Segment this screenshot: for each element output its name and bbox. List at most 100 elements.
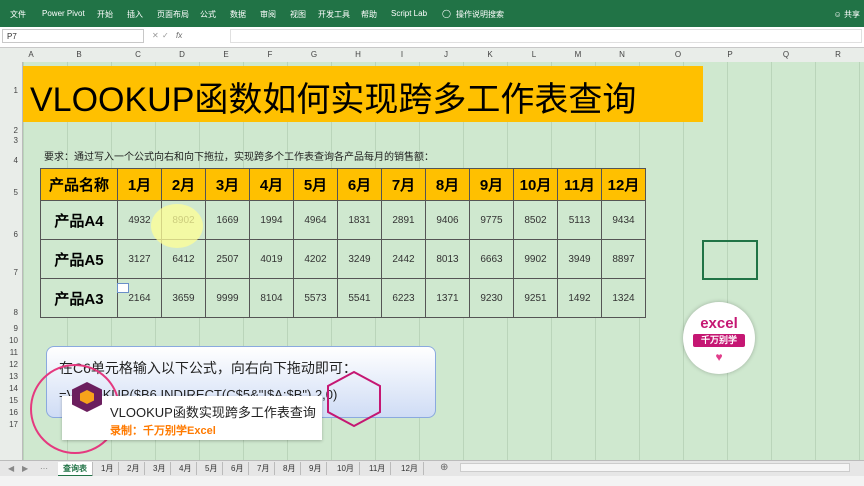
value-cell[interactable]: 9230 [469, 278, 514, 318]
sheet-tab[interactable]: 5月 [200, 462, 224, 475]
column-header[interactable]: J [424, 50, 468, 59]
column-header[interactable]: E [204, 50, 248, 59]
value-cell[interactable]: 9902 [513, 239, 558, 279]
header-cell[interactable]: 3月 [205, 168, 250, 201]
row-header[interactable]: 11 [10, 348, 18, 357]
value-cell[interactable]: 8013 [425, 239, 470, 279]
column-header[interactable]: A [24, 50, 38, 59]
tab-file[interactable]: 文件 [10, 9, 26, 20]
sheet-tab[interactable]: 11月 [364, 462, 392, 475]
header-cell[interactable]: 1月 [117, 168, 162, 201]
value-cell[interactable]: 8897 [601, 239, 646, 279]
value-cell[interactable]: 1831 [337, 200, 382, 240]
tab-insert[interactable]: 插入 [127, 9, 143, 20]
column-header[interactable]: O [650, 50, 706, 59]
value-cell[interactable]: 9434 [601, 200, 646, 240]
value-cell[interactable]: 6223 [381, 278, 426, 318]
product-name-cell[interactable]: 产品A5 [40, 239, 118, 279]
sheet-tab[interactable]: 4月 [174, 462, 198, 475]
tab-power-pivot[interactable]: Power Pivot [42, 9, 85, 18]
row-header[interactable]: 9 [14, 324, 18, 333]
sheet-tab[interactable]: 3月 [148, 462, 172, 475]
column-header[interactable]: N [600, 50, 644, 59]
search-tell-me[interactable]: 操作说明搜索 [456, 9, 504, 20]
header-cell[interactable]: 9月 [469, 168, 514, 201]
value-cell[interactable]: 4019 [249, 239, 294, 279]
sheet-tab[interactable]: 8月 [278, 462, 302, 475]
confirm-icon[interactable]: ✓ [162, 31, 169, 40]
value-cell[interactable]: 1669 [205, 200, 250, 240]
value-cell[interactable]: 2507 [205, 239, 250, 279]
value-cell[interactable]: 9406 [425, 200, 470, 240]
column-header[interactable]: K [468, 50, 512, 59]
tab-formulas[interactable]: 公式 [200, 9, 216, 20]
column-header[interactable]: P [702, 50, 758, 59]
row-header[interactable]: 16 [9, 408, 18, 417]
value-cell[interactable]: 2891 [381, 200, 426, 240]
value-cell[interactable]: 1324 [601, 278, 646, 318]
row-header[interactable]: 8 [14, 308, 18, 317]
header-cell[interactable]: 10月 [513, 168, 558, 201]
tab-help[interactable]: 帮助 [361, 9, 377, 20]
value-cell[interactable]: 4964 [293, 200, 338, 240]
row-header[interactable]: 2 [14, 126, 18, 135]
column-header[interactable]: L [512, 50, 556, 59]
tab-review[interactable]: 审阅 [260, 9, 276, 20]
sheet-tab[interactable]: 6月 [226, 462, 250, 475]
sheet-tab[interactable]: 2月 [122, 462, 146, 475]
column-header[interactable]: G [292, 50, 336, 59]
value-cell[interactable]: 3659 [161, 278, 206, 318]
header-cell[interactable]: 2月 [161, 168, 206, 201]
value-cell[interactable]: 8502 [513, 200, 558, 240]
value-cell[interactable]: 9999 [205, 278, 250, 318]
tab-page-layout[interactable]: 页面布局 [157, 9, 189, 20]
value-cell[interactable]: 3249 [337, 239, 382, 279]
value-cell[interactable]: 8104 [249, 278, 294, 318]
value-cell[interactable]: 3127 [117, 239, 162, 279]
header-cell[interactable]: 7月 [381, 168, 426, 201]
row-header[interactable]: 4 [14, 156, 18, 165]
row-header[interactable]: 12 [9, 360, 18, 369]
value-cell[interactable]: 1994 [249, 200, 294, 240]
next-sheet-icon[interactable]: ▶ [22, 464, 28, 473]
name-box[interactable]: P7 [2, 29, 144, 43]
row-header[interactable]: 1 [14, 86, 18, 95]
header-cell[interactable]: 4月 [249, 168, 294, 201]
product-name-cell[interactable]: 产品A4 [40, 200, 118, 240]
column-header[interactable]: F [248, 50, 292, 59]
tab-home[interactable]: 开始 [97, 9, 113, 20]
row-header[interactable]: 5 [14, 188, 18, 197]
tab-view[interactable]: 视图 [290, 9, 306, 20]
horizontal-scrollbar[interactable] [460, 463, 850, 472]
value-cell[interactable]: 5113 [557, 200, 602, 240]
column-header[interactable]: R [812, 50, 864, 59]
row-header[interactable]: 13 [9, 372, 18, 381]
more-sheets-icon[interactable]: ⋯ [40, 464, 48, 473]
formula-input[interactable] [230, 29, 862, 43]
value-cell[interactable]: 5541 [337, 278, 382, 318]
value-cell[interactable]: 9775 [469, 200, 514, 240]
row-header[interactable]: 10 [9, 336, 18, 345]
row-header[interactable]: 17 [9, 420, 18, 429]
sheet-tab[interactable]: 12月 [396, 462, 424, 475]
value-cell[interactable]: 5573 [293, 278, 338, 318]
column-header[interactable]: C [116, 50, 160, 59]
column-header[interactable]: B [40, 50, 118, 59]
row-header[interactable]: 6 [14, 230, 18, 239]
header-cell[interactable]: 5月 [293, 168, 338, 201]
value-cell[interactable]: 1371 [425, 278, 470, 318]
sheet-tab[interactable]: 7月 [252, 462, 276, 475]
product-name-cell[interactable]: 产品A3 [40, 278, 118, 318]
value-cell[interactable]: 4202 [293, 239, 338, 279]
row-header[interactable]: 14 [9, 384, 18, 393]
value-cell[interactable]: 1492 [557, 278, 602, 318]
prev-sheet-icon[interactable]: ◀ [8, 464, 14, 473]
sheet-tab-query[interactable]: 查询表 [58, 462, 93, 477]
share-button[interactable]: ☺ 共享 [834, 9, 860, 20]
column-header[interactable]: I [380, 50, 424, 59]
header-cell[interactable]: 8月 [425, 168, 470, 201]
value-cell[interactable]: 2442 [381, 239, 426, 279]
sheet-tab[interactable]: 1月 [96, 462, 120, 475]
row-header[interactable]: 3 [14, 136, 18, 145]
add-sheet-icon[interactable]: ⊕ [440, 462, 448, 473]
